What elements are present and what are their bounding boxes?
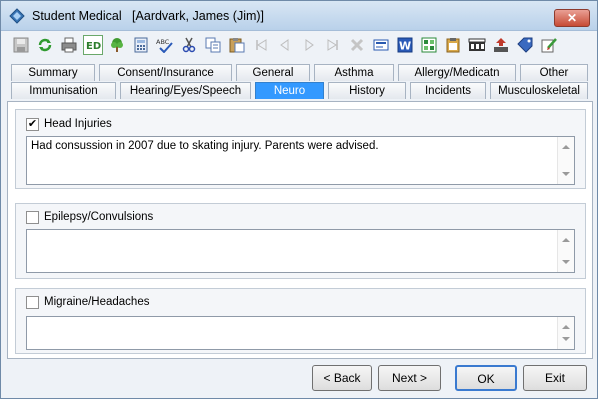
excel-icon[interactable]	[419, 35, 439, 55]
migraine-group: Migraine/Headaches	[15, 288, 586, 354]
epilepsy-textarea[interactable]	[26, 229, 575, 273]
tab-summary[interactable]: Summary	[11, 64, 95, 81]
toolbar: ED ABC W	[7, 33, 591, 59]
back-arrow-glyph: <	[323, 371, 334, 385]
ok-button-label: OK	[477, 372, 495, 386]
footer-bar: < Back Next > OK Exit	[1, 361, 597, 398]
head-injuries-text: Had consussion in 2007 due to skating in…	[31, 140, 379, 152]
migraine-checkbox[interactable]	[26, 296, 39, 309]
epilepsy-scrollbar[interactable]	[557, 230, 574, 272]
scroll-up-icon[interactable]	[562, 325, 570, 329]
tab-musculoskeletal[interactable]: Musculoskeletal	[490, 82, 588, 99]
edit-doc-icon[interactable]	[539, 35, 559, 55]
scroll-up-icon[interactable]	[562, 238, 570, 242]
scroll-down-icon[interactable]	[562, 337, 570, 341]
exit-button[interactable]: Exit	[523, 365, 587, 391]
back-button[interactable]: < Back	[312, 365, 372, 391]
clipboard-icon[interactable]	[443, 35, 463, 55]
migraine-label: Migraine/Headaches	[44, 296, 150, 308]
tab-immunisation[interactable]: Immunisation	[11, 82, 116, 99]
ed-icon[interactable]: ED	[83, 35, 103, 55]
print-icon[interactable]	[59, 35, 79, 55]
tag-icon[interactable]	[515, 35, 535, 55]
neuro-panel: ✔ Head Injuries Had consussion in 2007 d…	[7, 101, 593, 359]
tab-general[interactable]: General	[236, 64, 310, 81]
next-button-label: Next >	[391, 371, 427, 385]
tab-incidents[interactable]: Incidents	[410, 82, 486, 99]
last-record-icon[interactable]	[323, 35, 343, 55]
head-injuries-scrollbar[interactable]	[557, 137, 574, 184]
head-injuries-textarea[interactable]: Had consussion in 2007 due to skating in…	[26, 136, 575, 185]
calculator-icon[interactable]	[131, 35, 151, 55]
paste-icon[interactable]	[227, 35, 247, 55]
ok-button[interactable]: OK	[455, 365, 517, 391]
svg-text:W: W	[399, 40, 411, 53]
app-diamond-icon	[9, 8, 25, 24]
next-record-icon[interactable]	[299, 35, 319, 55]
back-button-label: Back	[333, 371, 361, 385]
scroll-down-icon[interactable]	[562, 172, 570, 176]
copy-icon[interactable]	[203, 35, 223, 55]
delete-icon[interactable]	[347, 35, 367, 55]
tab-strip: Summary Consent/Insurance General Asthma…	[7, 63, 591, 103]
head-injuries-checkbox[interactable]: ✔	[26, 118, 39, 131]
next-button[interactable]: Next >	[378, 365, 441, 391]
tree-icon[interactable]	[107, 35, 127, 55]
spellcheck-icon[interactable]: ABC	[155, 35, 175, 55]
exit-button-label: Exit	[544, 371, 565, 385]
tab-consent-insurance[interactable]: Consent/Insurance	[99, 64, 232, 81]
scroll-up-icon[interactable]	[562, 145, 570, 149]
save-icon[interactable]	[11, 35, 31, 55]
head-injuries-label: Head Injuries	[44, 118, 112, 130]
migraine-scrollbar[interactable]	[557, 317, 574, 349]
refresh-icon[interactable]	[35, 35, 55, 55]
svg-text:ABC: ABC	[156, 38, 170, 46]
close-button[interactable]: ✕	[554, 9, 590, 27]
tab-other[interactable]: Other	[520, 64, 588, 81]
window-title: Student Medical [Aardvark, James (Jim)]	[32, 9, 265, 23]
tab-history[interactable]: History	[328, 82, 406, 99]
close-icon: ✕	[566, 11, 578, 25]
cut-icon[interactable]	[179, 35, 199, 55]
tab-allergy-medicatn[interactable]: Allergy/Medicatn	[398, 64, 516, 81]
head-injuries-group: ✔ Head Injuries Had consussion in 2007 d…	[15, 109, 586, 189]
tab-neuro[interactable]: Neuro	[255, 82, 324, 99]
card-icon[interactable]	[371, 35, 391, 55]
student-medical-window: Student Medical [Aardvark, James (Jim)] …	[0, 0, 598, 399]
tab-hearing-eyes-speech[interactable]: Hearing/Eyes/Speech	[120, 82, 251, 99]
film-icon[interactable]	[467, 35, 487, 55]
first-record-icon[interactable]	[251, 35, 271, 55]
scroll-down-icon[interactable]	[562, 260, 570, 264]
migraine-textarea[interactable]	[26, 316, 575, 350]
prev-record-icon[interactable]	[275, 35, 295, 55]
tab-asthma[interactable]: Asthma	[314, 64, 394, 81]
epilepsy-checkbox[interactable]	[26, 211, 39, 224]
word-icon[interactable]: W	[395, 35, 415, 55]
svg-text:ED: ED	[86, 41, 101, 52]
upload-icon[interactable]	[491, 35, 511, 55]
epilepsy-group: Epilepsy/Convulsions	[15, 203, 586, 279]
epilepsy-label: Epilepsy/Convulsions	[44, 211, 154, 223]
title-bar[interactable]: Student Medical [Aardvark, James (Jim)] …	[1, 1, 597, 31]
